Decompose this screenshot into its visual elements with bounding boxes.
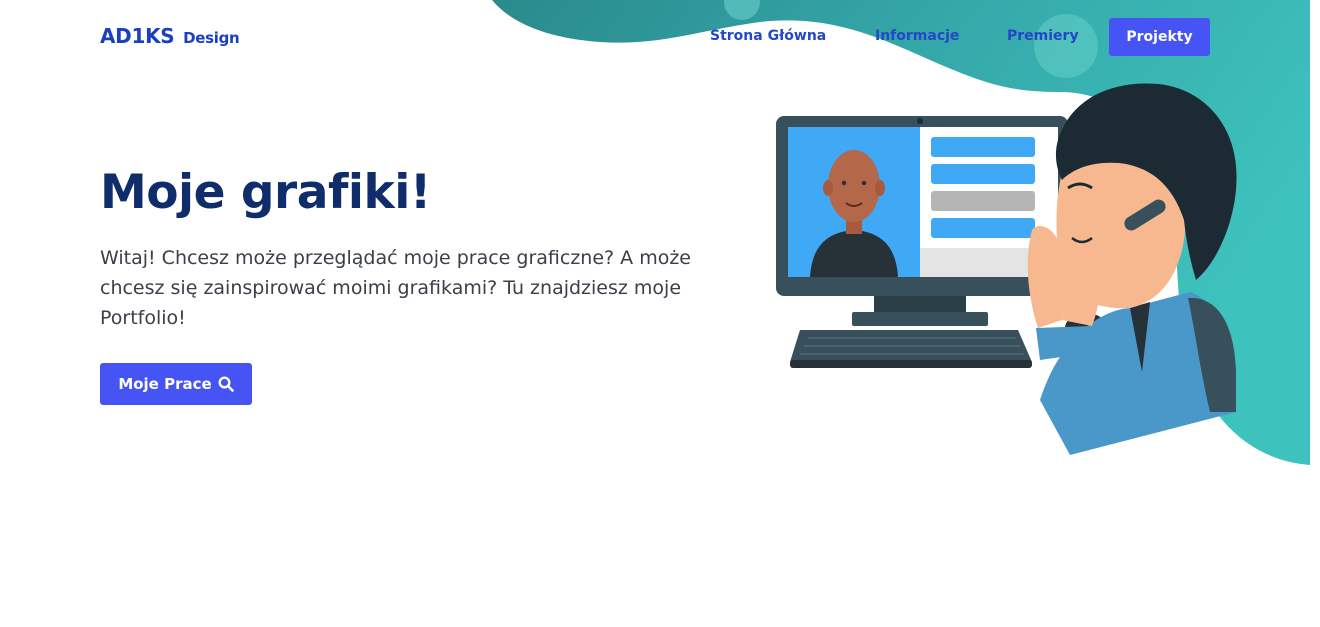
brand-logo[interactable]: AD1KS Design (100, 24, 240, 48)
video-call-illustration (776, 83, 1237, 455)
search-icon (218, 376, 234, 392)
hero-title: Moje grafiki! (100, 165, 431, 220)
my-works-button[interactable]: Moje Prace (100, 363, 252, 405)
nav-link-home[interactable]: Strona Główna (710, 28, 826, 44)
man-avatar (1027, 83, 1237, 455)
hero-description: Witaj! Chcesz może przeglądać moje prace… (100, 247, 691, 329)
navbar: AD1KS Design Strona Główna Informacje Pr… (0, 0, 1320, 75)
nav-link-info[interactable]: Informacje (875, 28, 959, 44)
nav-link-premieres[interactable]: Premiery (1007, 28, 1079, 44)
monitor-icon (776, 116, 1068, 326)
brand-name: AD1KS (100, 24, 175, 48)
nav-projects-button[interactable]: Projekty (1109, 18, 1210, 56)
my-works-button-label: Moje Prace (118, 375, 212, 393)
brand-sub: Design (183, 29, 240, 47)
keyboard-icon (790, 330, 1032, 368)
